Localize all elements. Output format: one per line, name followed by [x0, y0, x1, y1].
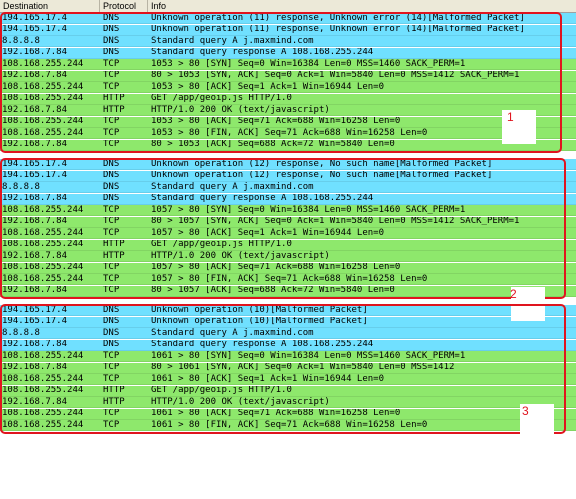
- highlight-box-1: [0, 12, 562, 153]
- column-header-destination[interactable]: Destination: [0, 0, 100, 12]
- column-header-protocol[interactable]: Protocol: [100, 0, 148, 12]
- annotation-number-1: 1: [507, 110, 514, 124]
- annotation-number-2: 2: [510, 287, 517, 301]
- column-header-info[interactable]: Info: [148, 0, 576, 12]
- highlight-box-2: [0, 158, 566, 299]
- annotation-number-3: 3: [522, 404, 529, 418]
- highlight-box-3: [0, 304, 566, 434]
